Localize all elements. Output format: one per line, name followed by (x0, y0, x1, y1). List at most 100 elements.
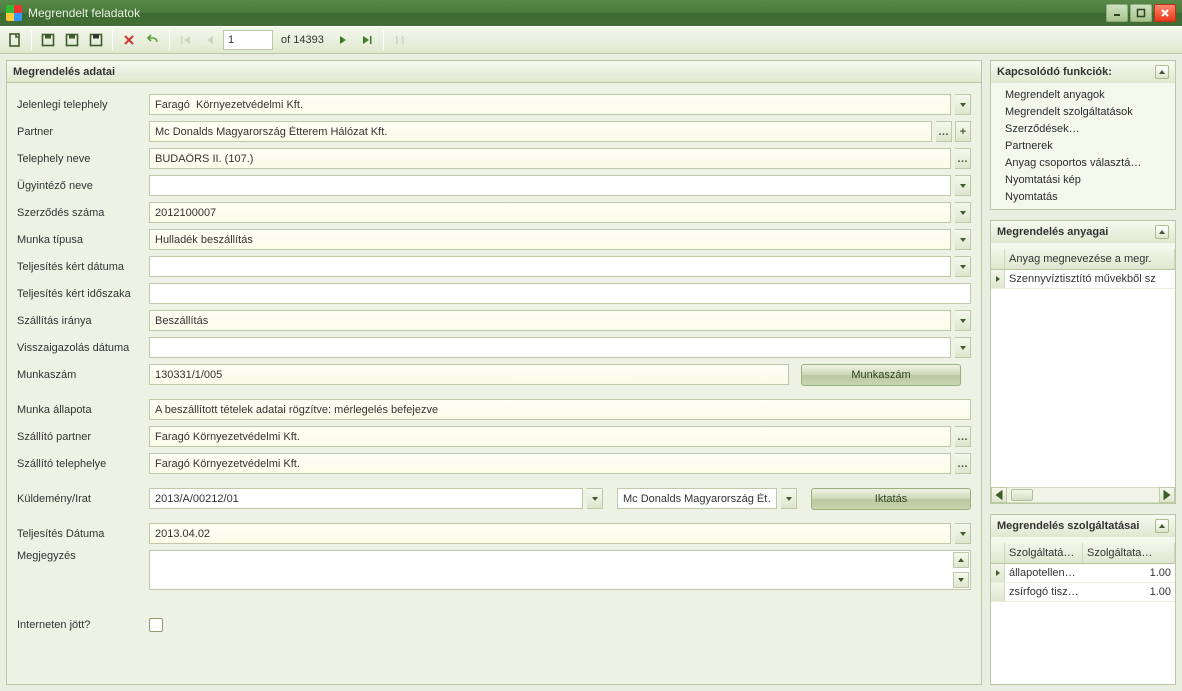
app-icon (6, 5, 22, 21)
dropdown-icon[interactable] (955, 523, 971, 544)
panel-szolgaltatasok: Megrendelés szolgáltatásai Szolgáltatá… … (990, 514, 1176, 685)
nav-prev-button[interactable] (199, 29, 221, 51)
related-item[interactable]: Megrendelt anyagok (1005, 89, 1171, 101)
lbl-teljesites-datuma: Teljesítés Dátuma (17, 528, 143, 540)
panel-related-functions: Kapcsolódó funkciók: Megrendelt anyagok … (990, 60, 1176, 210)
munkaszam-button[interactable]: Munkaszám (801, 364, 961, 386)
anyagok-title: Megrendelés anyagai (997, 226, 1108, 238)
field-teljesites-kert-idoszaka[interactable] (149, 283, 971, 304)
related-item[interactable]: Nyomtatási kép (1005, 174, 1171, 186)
dropdown-icon[interactable] (955, 337, 971, 358)
add-button[interactable]: + (955, 121, 971, 142)
collapse-icon[interactable] (1155, 225, 1169, 239)
szolg-grid-body[interactable]: állapotellen… 1.00 zsírfogó tisz… 1.00 (991, 564, 1175, 684)
related-item[interactable]: Anyag csoportos választá… (1005, 157, 1171, 169)
titlebar: Megrendelt feladatok (0, 0, 1182, 26)
lookup-button[interactable]: … (955, 426, 971, 447)
lbl-munka-allapota: Munka állapota (17, 404, 143, 416)
dropdown-icon[interactable] (587, 488, 603, 509)
related-title: Kapcsolódó funkciók: (997, 66, 1112, 78)
related-item[interactable]: Nyomtatás (1005, 191, 1171, 203)
close-button[interactable] (1154, 4, 1176, 22)
field-szallito-telephelye[interactable] (149, 453, 951, 474)
dropdown-icon[interactable] (955, 229, 971, 250)
field-munkaszam[interactable] (149, 364, 789, 385)
checkbox-interneten-jott[interactable] (149, 618, 163, 632)
nav-first-button[interactable] (175, 29, 197, 51)
scroll-right-icon[interactable] (1159, 487, 1175, 503)
dropdown-icon[interactable] (955, 256, 971, 277)
field-partner[interactable] (149, 121, 932, 142)
toolbar: of 14393 (0, 26, 1182, 54)
lbl-jelenlegi-telephely: Jelenlegi telephely (17, 99, 143, 111)
dropdown-icon[interactable] (955, 94, 971, 115)
scroll-track[interactable] (1007, 487, 1159, 503)
scroll-up-icon[interactable] (953, 552, 969, 568)
row-indicator-icon (991, 270, 1005, 288)
nav-last-button[interactable] (356, 29, 378, 51)
minimize-button[interactable] (1106, 4, 1128, 22)
refresh-button[interactable] (389, 29, 411, 51)
main-group-title: Megrendelés adatai (13, 66, 115, 78)
collapse-icon[interactable] (1155, 519, 1169, 533)
table-row[interactable]: állapotellen… 1.00 (991, 564, 1175, 583)
lookup-button[interactable]: … (936, 121, 952, 142)
dropdown-icon[interactable] (955, 310, 971, 331)
row-indicator-header (991, 543, 1005, 563)
table-row[interactable]: zsírfogó tisz… 1.00 (991, 583, 1175, 602)
lbl-teljesites-kert-datuma: Teljesítés kért dátuma (17, 261, 143, 273)
cell: 1.00 (1083, 564, 1175, 582)
scroll-left-icon[interactable] (991, 487, 1007, 503)
scroll-down-icon[interactable] (953, 572, 969, 588)
field-telephely-neve[interactable] (149, 148, 951, 169)
szolg-title: Megrendelés szolgáltatásai (997, 520, 1139, 532)
save-new-button[interactable] (61, 29, 83, 51)
table-row[interactable]: Szennyvíztisztító művekből sz (991, 270, 1175, 289)
szolg-header: Megrendelés szolgáltatásai (991, 515, 1175, 537)
collapse-icon[interactable] (1155, 65, 1169, 79)
related-item[interactable]: Partnerek (1005, 140, 1171, 152)
dropdown-icon[interactable] (955, 202, 971, 223)
field-ugyintezo-neve[interactable] (149, 175, 951, 196)
related-item[interactable]: Megrendelt szolgáltatások (1005, 106, 1171, 118)
maximize-button[interactable] (1130, 4, 1152, 22)
save-close-button[interactable] (85, 29, 107, 51)
field-teljesites-datuma[interactable] (149, 523, 951, 544)
lbl-telephely-neve: Telephely neve (17, 153, 143, 165)
field-jelenlegi-telephely[interactable] (149, 94, 951, 115)
nav-next-button[interactable] (332, 29, 354, 51)
save-button[interactable] (37, 29, 59, 51)
field-szallitas-iranya[interactable] (149, 310, 951, 331)
lookup-button[interactable]: … (955, 453, 971, 474)
field-teljesites-kert-datuma[interactable] (149, 256, 951, 277)
anyagok-grid-body[interactable]: Szennyvíztisztító művekből sz (991, 270, 1175, 487)
dropdown-icon[interactable] (781, 488, 797, 509)
undo-button[interactable] (142, 29, 164, 51)
horizontal-scrollbar[interactable] (991, 487, 1175, 503)
lookup-button[interactable]: … (955, 148, 971, 169)
field-megjegyzes[interactable] (149, 550, 971, 590)
new-button[interactable] (4, 29, 26, 51)
row-indicator (991, 583, 1005, 601)
field-munka-tipusa[interactable] (149, 229, 951, 250)
anyagok-grid-header: Anyag megnevezése a megr. (991, 249, 1175, 270)
related-item[interactable]: Szerződések… (1005, 123, 1171, 135)
field-szallito-partner[interactable] (149, 426, 951, 447)
iktatas-button[interactable]: Iktatás (811, 488, 971, 510)
row-indicator-header (991, 249, 1005, 269)
lbl-ugyintezo-neve: Ügyintéző neve (17, 180, 143, 192)
field-visszaigazolas-datuma[interactable] (149, 337, 951, 358)
field-kuldemeny-partner[interactable] (617, 488, 777, 509)
col-szolgaltatas2[interactable]: Szolgáltata… (1083, 543, 1175, 563)
col-anyag-megnevezes[interactable]: Anyag megnevezése a megr. (1005, 249, 1175, 269)
nav-current-input[interactable] (223, 30, 273, 50)
field-kuldemeny-irat[interactable] (149, 488, 583, 509)
delete-button[interactable] (118, 29, 140, 51)
lbl-megjegyzes: Megjegyzés (17, 547, 143, 562)
scroll-thumb[interactable] (1011, 489, 1033, 501)
field-munka-allapota[interactable] (149, 399, 971, 420)
col-szolgaltatas[interactable]: Szolgáltatá… (1005, 543, 1083, 563)
separator (112, 30, 113, 50)
dropdown-icon[interactable] (955, 175, 971, 196)
field-szerzodes-szama[interactable] (149, 202, 951, 223)
